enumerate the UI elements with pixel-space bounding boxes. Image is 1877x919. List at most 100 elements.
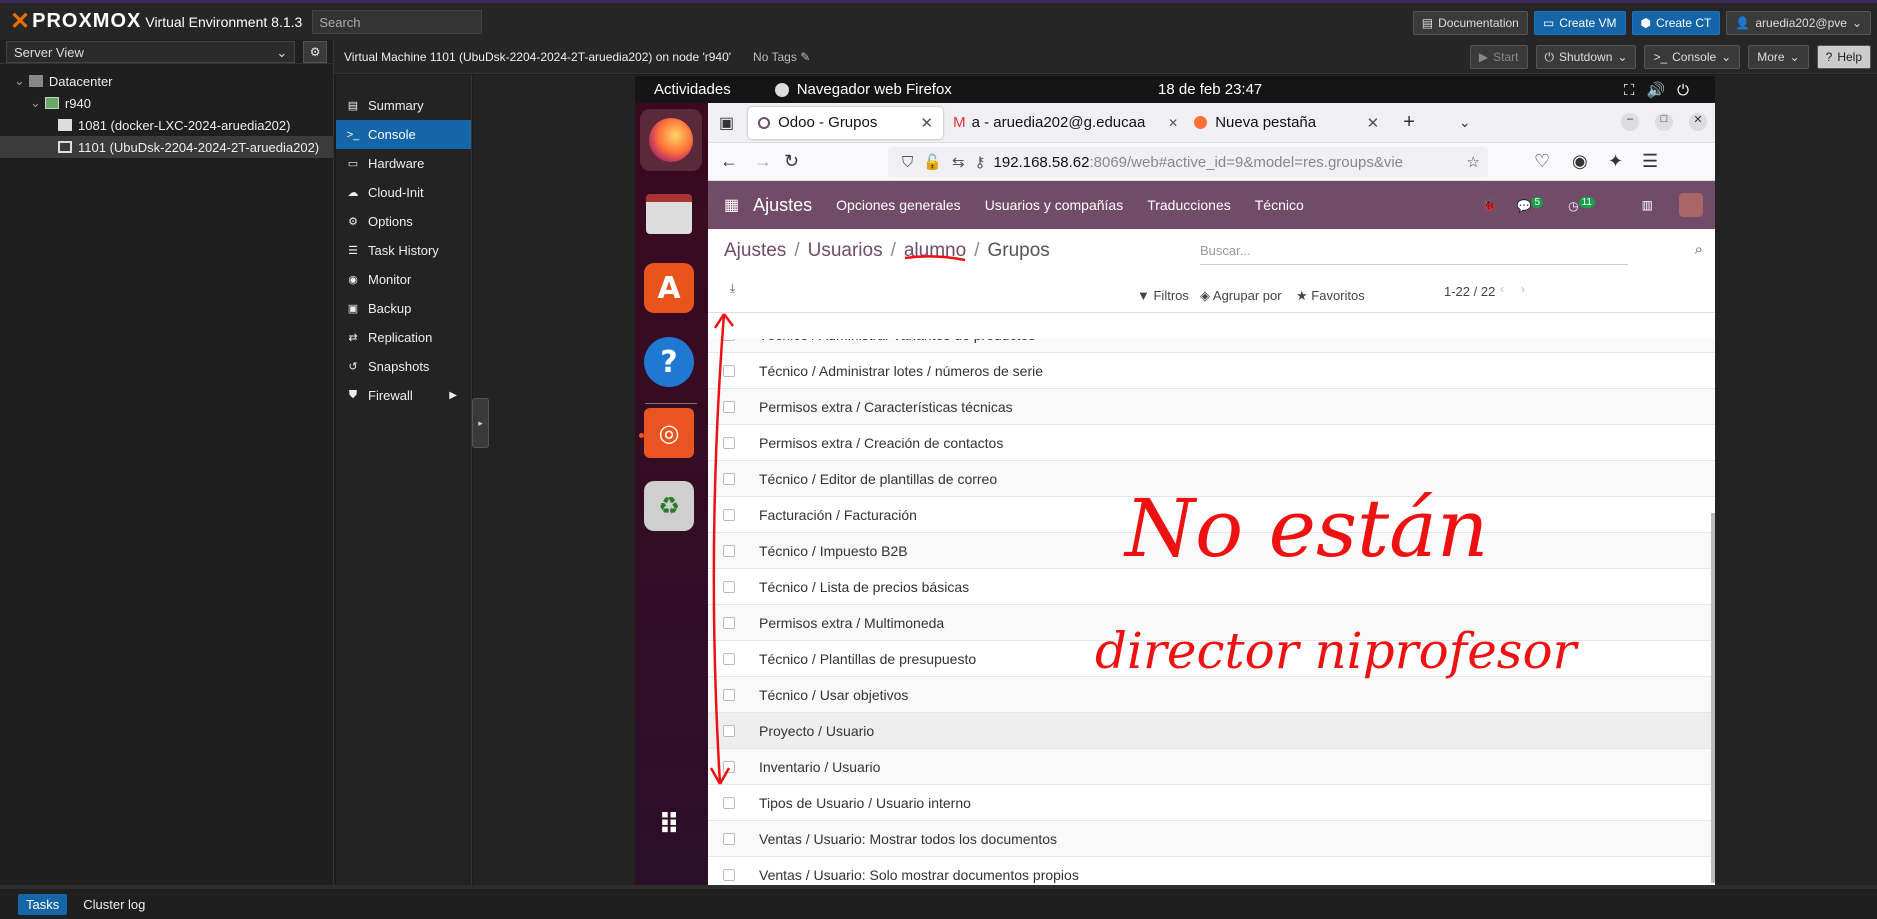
menu-console[interactable]: >_ Console [336,120,471,149]
create-ct-button[interactable]: ⬢ Create CT [1631,11,1721,35]
search-icon[interactable]: ⌕ [1695,241,1703,258]
tab-gmail[interactable]: Ma - aruedia202@g.educaa [943,107,1168,139]
menu-usuarios-companias[interactable]: Usuarios y compañías [985,197,1124,213]
menu-tecnico[interactable]: Técnico [1255,197,1304,213]
menu-backup[interactable]: ▣ Backup [336,294,471,323]
scrollbar[interactable] [1711,513,1715,883]
menu-snapshots[interactable]: ↺ Snapshots [336,352,471,381]
activities-button[interactable]: Actividades [654,81,731,98]
close-icon[interactable]: ✕ [921,114,934,132]
row-checkbox[interactable] [723,760,735,773]
row-checkbox[interactable] [723,400,735,413]
list-item[interactable]: Facturación / Facturación [708,497,1715,533]
tasks-tab[interactable]: Tasks [18,893,68,915]
start-button[interactable]: ▶ Start [1469,45,1528,69]
maximize-button[interactable]: □ [1655,113,1673,131]
menu-firewall[interactable]: ⛊ Firewall ▶ [336,381,471,410]
list-item[interactable]: Permisos extra / Creación de contactos [708,425,1715,461]
collapse-toggle[interactable]: ▸ [472,398,489,448]
list-item[interactable]: Permisos extra / Multimoneda [708,605,1715,641]
help-dock-icon[interactable]: ? [644,337,694,387]
gear-icon[interactable]: ⚙ [303,40,327,63]
pocket-icon[interactable]: ♡ [1534,151,1550,172]
tree-vm-1101[interactable]: 1101 (UbuDsk-2204-2024-2T-aruedia202) [0,136,333,158]
download-icon[interactable]: ⤓ [730,281,735,296]
create-vm-button[interactable]: ▭ Create VM [1533,11,1626,35]
list-item[interactable]: Permisos extra / Características técnica… [708,389,1715,425]
debug-icon[interactable]: 🐞 [1482,198,1497,212]
user-menu-button[interactable]: 👤 aruedia202@pve ⌄ [1726,11,1871,35]
messages-icon[interactable]: 💬 5 [1516,197,1543,213]
close-icon[interactable]: ✕ [1168,116,1178,130]
account-icon[interactable]: ◉ [1572,151,1588,172]
row-checkbox[interactable] [723,688,735,701]
list-item[interactable]: Técnico / Impuesto B2B [708,533,1715,569]
row-checkbox[interactable] [723,616,735,629]
shutdown-button[interactable]: ⏻ Shutdown ⌄ [1535,45,1637,69]
list-item[interactable]: Técnico / Administrar variantes de produ… [708,339,1715,353]
odoo-app-title[interactable]: Ajustes [753,195,812,216]
menu-opciones-generales[interactable]: Opciones generales [836,197,961,213]
apps-grid-icon[interactable]: ▦ [724,195,739,215]
menu-cloud-init[interactable]: ☁ Cloud-Init [336,178,471,207]
close-icon[interactable]: ✕ [1367,114,1380,132]
row-checkbox[interactable] [723,364,735,377]
minimize-button[interactable]: – [1621,113,1639,131]
show-apps-icon[interactable]: ⠿ [644,799,694,849]
list-item[interactable]: Técnico / Plantillas de presupuesto [708,641,1715,677]
menu-traducciones[interactable]: Traducciones [1147,197,1231,213]
row-checkbox[interactable] [723,796,735,809]
cluster-log-tab[interactable]: Cluster log [75,894,153,915]
row-checkbox[interactable] [723,472,735,485]
row-checkbox[interactable] [723,652,735,665]
row-checkbox[interactable] [723,580,735,593]
next-page-icon[interactable]: › [1521,282,1525,296]
list-tabs-button[interactable]: ⌄ [1459,114,1471,131]
prev-page-icon[interactable]: ‹ [1500,282,1504,296]
console-button[interactable]: >_ Console ⌄ [1644,45,1741,69]
back-button[interactable]: ← [720,151,738,172]
server-view-select[interactable]: Server View ⌄ [6,40,296,63]
group-by-button[interactable]: ◈ Agrupar por [1200,288,1282,304]
odoo-search-input[interactable]: Buscar... [1200,237,1628,265]
menu-hardware[interactable]: ▭ Hardware [336,149,471,178]
new-tab-button[interactable]: + [1403,111,1415,134]
row-checkbox[interactable] [723,832,735,845]
files-dock-icon[interactable] [644,189,694,239]
help-button[interactable]: ? Help [1816,45,1871,69]
company-icon[interactable]: ▥ [1642,198,1653,212]
activities-icon[interactable]: ◷ 11 [1568,197,1595,213]
row-checkbox[interactable] [723,339,735,341]
menu-summary[interactable]: ▤ Summary [336,91,471,120]
vm-screen[interactable]: Actividades Navegador web Firefox 18 de … [635,76,1715,885]
row-checkbox[interactable] [723,544,735,557]
menu-monitor[interactable]: ◉ Monitor [336,265,471,294]
ubuntu-dock-icon[interactable]: ◎ [644,408,694,458]
bookmark-star-icon[interactable]: ☆ [1467,153,1480,171]
list-item[interactable]: Ventas / Usuario: Mostrar todos los docu… [708,821,1715,857]
more-button[interactable]: More ⌄ [1748,45,1809,69]
crumb-usuarios[interactable]: Usuarios [808,240,883,262]
list-item[interactable]: Ventas / Usuario: Solo mostrar documento… [708,857,1715,885]
avatar[interactable] [1679,193,1703,217]
row-checkbox[interactable] [723,508,735,521]
favorites-button[interactable]: ★ Favoritos [1296,288,1365,304]
tab-odoo-grupos[interactable]: Odoo - Grupos ✕ [748,106,944,139]
row-checkbox[interactable] [723,436,735,449]
pve-search-input[interactable]: Search [312,9,483,34]
list-item[interactable]: Tipos de Usuario / Usuario interno [708,785,1715,821]
list-item[interactable]: Técnico / Usar objetivos [708,677,1715,713]
menu-options[interactable]: ⚙ Options [336,207,471,236]
clock[interactable]: 18 de feb 23:47 [1158,81,1262,98]
crumb-ajustes[interactable]: Ajustes [724,240,786,262]
firefox-dock-icon[interactable] [640,109,702,171]
url-bar[interactable]: ⛉ 🔓 ⇆ ⚷ 192.168.58.62:8069/web#active_id… [888,147,1488,177]
tree-ct-1081[interactable]: 1081 (docker-LXC-2024-aruedia202) [0,114,333,136]
menu-replication[interactable]: ⇄ Replication [336,323,471,352]
tab-overview-icon[interactable]: ▣ [719,113,734,133]
list-item[interactable]: Proyecto / Usuario [708,713,1715,749]
row-checkbox[interactable] [723,724,735,737]
menu-task-history[interactable]: ☰ Task History [336,236,471,265]
trash-dock-icon[interactable]: ♻ [644,481,694,531]
list-item[interactable]: Técnico / Editor de plantillas de correo [708,461,1715,497]
